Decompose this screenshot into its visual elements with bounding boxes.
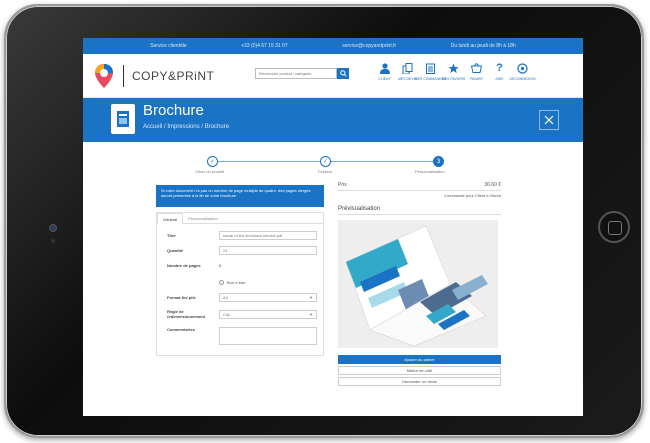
chevron-down-icon: ▼ bbox=[309, 311, 313, 317]
screen: Service clientèle +33 (0)4 67 15 31 07 s… bbox=[83, 38, 583, 416]
form-tabs: Général Personnalisation bbox=[157, 213, 323, 224]
order-note: Commande pour Client e-Genre bbox=[444, 193, 501, 198]
info-notice-text: Si votre document n'a pas un nombre de p… bbox=[161, 188, 311, 198]
info-notice: Si votre document n'a pas un nombre de p… bbox=[156, 185, 324, 207]
opening-hours: Du lundi au jeudi de 8h à 18h bbox=[450, 43, 516, 49]
brochure-icon bbox=[111, 104, 135, 134]
pages-label: Nombre de pages bbox=[167, 263, 201, 268]
nav-basket[interactable]: PANIER bbox=[465, 62, 488, 81]
search-icon bbox=[339, 70, 347, 77]
step-label: Choix du produit bbox=[195, 169, 225, 174]
quantite-value: 24 bbox=[223, 248, 228, 253]
nav-label: PANIER bbox=[470, 77, 483, 81]
product-form: Général Personnalisation Titre name-of-t… bbox=[156, 212, 324, 356]
camera bbox=[49, 224, 57, 232]
header-nav: CLIENT MES DEVIS MES COMMANDES MES FAVOR… bbox=[373, 62, 536, 81]
titre-label: Titre bbox=[167, 233, 176, 238]
breadcrumb-current: Brochure bbox=[204, 124, 230, 130]
search-input[interactable] bbox=[255, 68, 337, 79]
pages-value: 8 bbox=[219, 263, 222, 268]
titre-value: name-of-the-brochure-service.pdf bbox=[223, 233, 283, 238]
save-for-later-button[interactable]: Mettre de côté bbox=[338, 366, 501, 375]
step-label: Fichiers bbox=[318, 169, 333, 174]
radio-icon[interactable] bbox=[219, 280, 224, 285]
brand-name: COPY&PRiNT bbox=[132, 68, 215, 83]
logo-divider bbox=[123, 64, 124, 87]
service-label: Service clientèle bbox=[150, 43, 187, 49]
page-banner: Brochure Accueil / Impressions / Brochur… bbox=[83, 98, 583, 142]
chevron-down-icon: ▼ bbox=[309, 295, 313, 300]
step-label: Personnalisation bbox=[415, 169, 445, 174]
comment-textarea[interactable] bbox=[219, 327, 317, 345]
comment-row: Commentaires bbox=[167, 327, 317, 345]
nav-orders[interactable]: MES COMMANDES bbox=[415, 62, 446, 81]
breadcrumb-impressions[interactable]: Impressions bbox=[167, 124, 199, 130]
bat-radio-row[interactable]: Bon à tirer bbox=[219, 280, 245, 285]
quantite-input[interactable]: 24 bbox=[219, 246, 317, 255]
nav-label: MES FAVORIS bbox=[441, 77, 466, 81]
nav-label: DECONNEXION bbox=[509, 77, 536, 81]
close-icon bbox=[544, 115, 554, 125]
nav-label: AIDE bbox=[495, 77, 504, 81]
titre-input[interactable]: name-of-the-brochure-service.pdf bbox=[219, 231, 317, 240]
nav-logout[interactable]: DECONNEXION bbox=[509, 62, 536, 81]
step-2-check-icon[interactable]: ✓ bbox=[320, 156, 331, 167]
site-header: COPY&PRiNT CLIENT MES DEVIS bbox=[83, 54, 583, 98]
home-button[interactable] bbox=[598, 211, 630, 243]
tab-general[interactable]: Général bbox=[157, 213, 184, 224]
regle-select[interactable]: Clip ▼ bbox=[219, 309, 317, 319]
nav-favorites[interactable]: MES FAVORIS bbox=[442, 62, 465, 81]
help-icon: ? bbox=[496, 61, 503, 74]
brochure-preview-image bbox=[338, 220, 498, 348]
tab-personnalisation[interactable]: Personnalisation bbox=[183, 213, 223, 223]
regle-row: Règle de redimensionnement Clip ▼ bbox=[167, 309, 317, 319]
step-3-current: 3 bbox=[433, 156, 444, 167]
top-info-bar: Service clientèle +33 (0)4 67 15 31 07 s… bbox=[83, 38, 583, 54]
map-pin-logo-icon bbox=[95, 63, 113, 88]
email-link[interactable]: service@copyandprint.fr bbox=[342, 43, 396, 49]
breadcrumb: Accueil / Impressions / Brochure bbox=[143, 124, 229, 130]
step-1-check-icon[interactable]: ✓ bbox=[207, 156, 218, 167]
quotes-icon bbox=[402, 62, 413, 74]
regle-value: Clip bbox=[223, 311, 230, 317]
phone-number[interactable]: +33 (0)4 67 15 31 07 bbox=[241, 43, 288, 49]
comment-label: Commentaires bbox=[167, 327, 195, 332]
price-label: Prix bbox=[338, 182, 347, 188]
format-select[interactable]: A4 ▼ bbox=[219, 293, 317, 302]
price-value: 36.60 € bbox=[484, 182, 501, 188]
format-label: Format fini plié bbox=[167, 295, 196, 300]
nav-label: CLIENT bbox=[378, 77, 391, 81]
preview-heading: Prévisualisation bbox=[338, 206, 501, 215]
request-quote-button[interactable]: Demander un devis bbox=[338, 377, 501, 386]
star-icon bbox=[448, 62, 459, 73]
titre-row: Titre name-of-the-brochure-service.pdf bbox=[167, 231, 317, 240]
logo[interactable]: COPY&PRiNT bbox=[93, 63, 214, 89]
tablet-frame: Service clientèle +33 (0)4 67 15 31 07 s… bbox=[4, 4, 644, 438]
nav-help[interactable]: ? AIDE bbox=[488, 62, 511, 81]
nav-client[interactable]: CLIENT bbox=[373, 62, 396, 81]
quantite-row: Quantité 24 bbox=[167, 246, 317, 255]
progress-steps: ✓ Choix du produit ✓ Fichiers 3 Personna… bbox=[163, 156, 473, 176]
format-value: A4 bbox=[223, 295, 228, 300]
user-icon bbox=[379, 62, 390, 74]
format-row: Format fini plié A4 ▼ bbox=[167, 293, 317, 302]
logout-icon bbox=[517, 62, 528, 74]
close-button[interactable] bbox=[539, 110, 559, 130]
basket-icon bbox=[471, 63, 482, 73]
price-row: Prix 36.60 € bbox=[338, 182, 501, 191]
search-bar bbox=[255, 68, 349, 79]
quantite-label: Quantité bbox=[167, 248, 184, 253]
sensor bbox=[51, 239, 55, 243]
page-title: Brochure bbox=[143, 102, 204, 119]
bat-radio-label: Bon à tirer bbox=[227, 280, 246, 285]
search-button[interactable] bbox=[337, 68, 349, 79]
add-to-cart-button[interactable]: Ajouter au panier bbox=[338, 355, 501, 364]
orders-icon bbox=[426, 63, 435, 74]
regle-label: Règle de redimensionnement bbox=[167, 309, 206, 319]
breadcrumb-home[interactable]: Accueil bbox=[143, 124, 162, 130]
pages-row: Nombre de pages 8 bbox=[167, 263, 221, 268]
summary-panel: Prix 36.60 € Commande pour Client e-Genr… bbox=[338, 182, 501, 386]
